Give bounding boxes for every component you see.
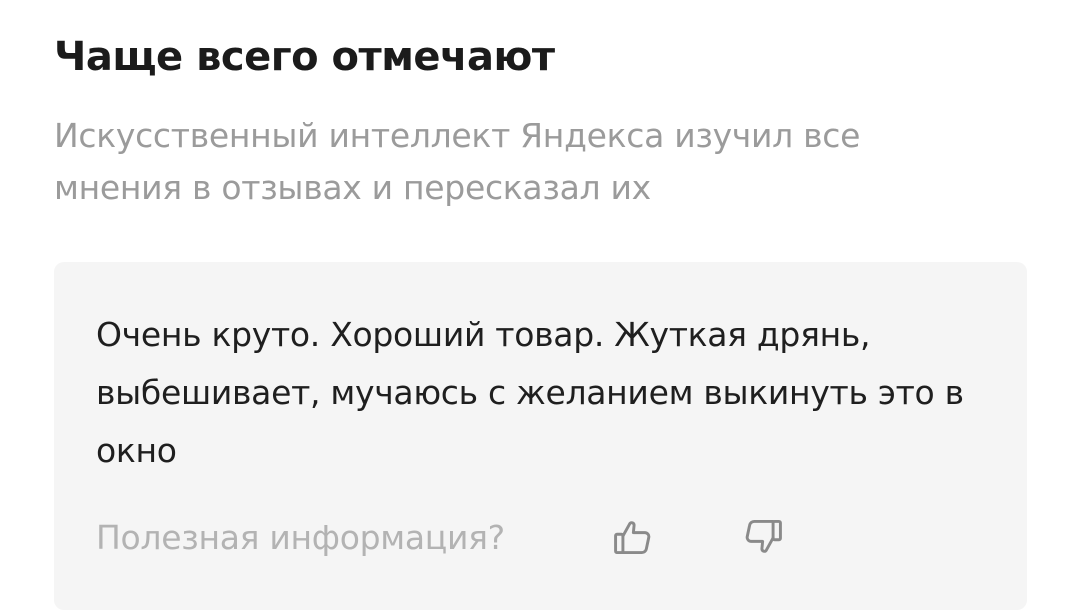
- thumbs-down-icon: [745, 519, 782, 553]
- section-title: Чаще всего отмечают: [54, 34, 555, 80]
- feedback-row: Полезная информация?: [96, 512, 782, 562]
- dislike-button[interactable]: [738, 512, 788, 562]
- feedback-question: Полезная информация?: [96, 517, 505, 557]
- thumbs-up-icon: [614, 521, 651, 555]
- section-subtitle: Искусственный интеллект Яндекса изучил в…: [54, 116, 861, 207]
- review-summary-text: Очень круто. Хороший товар. Жуткая дрянь…: [96, 315, 964, 470]
- like-button[interactable]: [608, 512, 658, 562]
- review-summary-card: Очень круто. Хороший товар. Жуткая дрянь…: [54, 262, 1027, 610]
